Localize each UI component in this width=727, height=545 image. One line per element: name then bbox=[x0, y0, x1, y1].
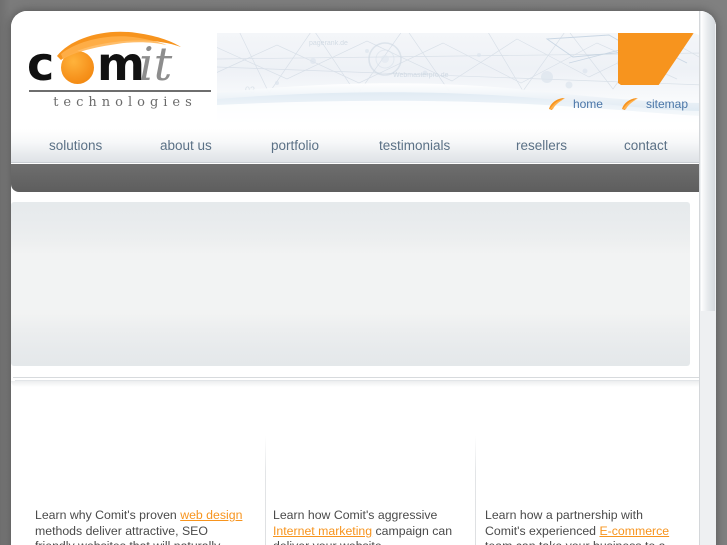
panel-separator bbox=[11, 377, 716, 387]
feature-column-internet-marketing: Learn how Comit's aggressive Internet ma… bbox=[273, 423, 453, 545]
separator-line-top bbox=[13, 377, 713, 378]
svg-text:Webmasterpro.de: Webmasterpro.de bbox=[393, 72, 449, 79]
banner-link-home[interactable]: home bbox=[548, 97, 603, 111]
svg-text:pagerank.de: pagerank.de bbox=[309, 40, 348, 47]
column-divider bbox=[265, 436, 266, 545]
banner-link-sitemap[interactable]: sitemap bbox=[621, 97, 688, 111]
logo-letter-m: m bbox=[97, 37, 145, 91]
nav-item-contact[interactable]: contact bbox=[624, 138, 668, 153]
feature-column-text: Learn why Comit's proven web design meth… bbox=[35, 508, 250, 545]
sub-nav-gray-bar bbox=[11, 164, 716, 192]
feature-column-web-design: Learn why Comit's proven web design meth… bbox=[35, 423, 250, 545]
column-divider bbox=[475, 436, 476, 545]
feature-columns: Learn why Comit's proven web design meth… bbox=[11, 423, 716, 545]
logo-divider-rule bbox=[29, 90, 211, 92]
main-navigation: solutions about us portfolio testimonial… bbox=[11, 129, 716, 163]
banner-quick-links: home sitemap bbox=[548, 97, 688, 111]
column-text-part: Learn how Comit's aggressive bbox=[273, 508, 438, 523]
feature-column-text: Learn how Comit's aggressive Internet ma… bbox=[273, 508, 453, 545]
logo-tagline: technologies bbox=[53, 95, 197, 110]
banner-orange-corner bbox=[618, 33, 704, 85]
nav-item-resellers[interactable]: resellers bbox=[516, 138, 567, 153]
banner-link-home-label: home bbox=[572, 97, 603, 111]
page-scrollbar[interactable] bbox=[699, 11, 716, 545]
column-text-part: Learn why Comit's proven bbox=[35, 508, 181, 523]
nav-item-about-us[interactable]: about us bbox=[160, 138, 212, 153]
nav-item-testimonials[interactable]: testimonials bbox=[379, 138, 450, 153]
link-ecommerce[interactable]: E-commerce bbox=[599, 524, 669, 538]
link-internet-marketing[interactable]: Internet marketing bbox=[273, 524, 372, 538]
logo-wordmark: c m it bbox=[25, 31, 217, 91]
site-header: c m it technologies pagerank.de Webmaste… bbox=[11, 11, 716, 129]
link-web-design[interactable]: web design bbox=[180, 508, 242, 522]
feature-column-ecommerce: Learn how a partnership with Comit's exp… bbox=[485, 423, 685, 545]
logo-letters-it: it bbox=[139, 37, 173, 91]
column-text-part: methods deliver attractive, SEO friendly… bbox=[35, 523, 220, 545]
nav-item-solutions[interactable]: solutions bbox=[49, 138, 102, 153]
feature-column-text: Learn how a partnership with Comit's exp… bbox=[485, 508, 685, 545]
desktop-background: c m it technologies pagerank.de Webmaste… bbox=[0, 0, 727, 545]
banner-link-sitemap-label: sitemap bbox=[645, 97, 688, 111]
logo-letter-c: c bbox=[27, 37, 54, 91]
separator-shadow bbox=[11, 381, 716, 387]
column-text-part: team can take your business to a new lev… bbox=[485, 539, 674, 545]
scrollbar-thumb[interactable] bbox=[701, 11, 715, 311]
comet-icon bbox=[548, 98, 565, 110]
comet-icon bbox=[621, 98, 638, 110]
browser-page-shell: c m it technologies pagerank.de Webmaste… bbox=[11, 11, 716, 545]
nav-item-portfolio[interactable]: portfolio bbox=[271, 138, 319, 153]
site-logo[interactable]: c m it technologies bbox=[25, 31, 217, 123]
header-banner: pagerank.de Webmasterpro.de 03 bbox=[217, 33, 704, 123]
hero-content-panel bbox=[11, 202, 690, 366]
page-content: c m it technologies pagerank.de Webmaste… bbox=[11, 11, 716, 545]
